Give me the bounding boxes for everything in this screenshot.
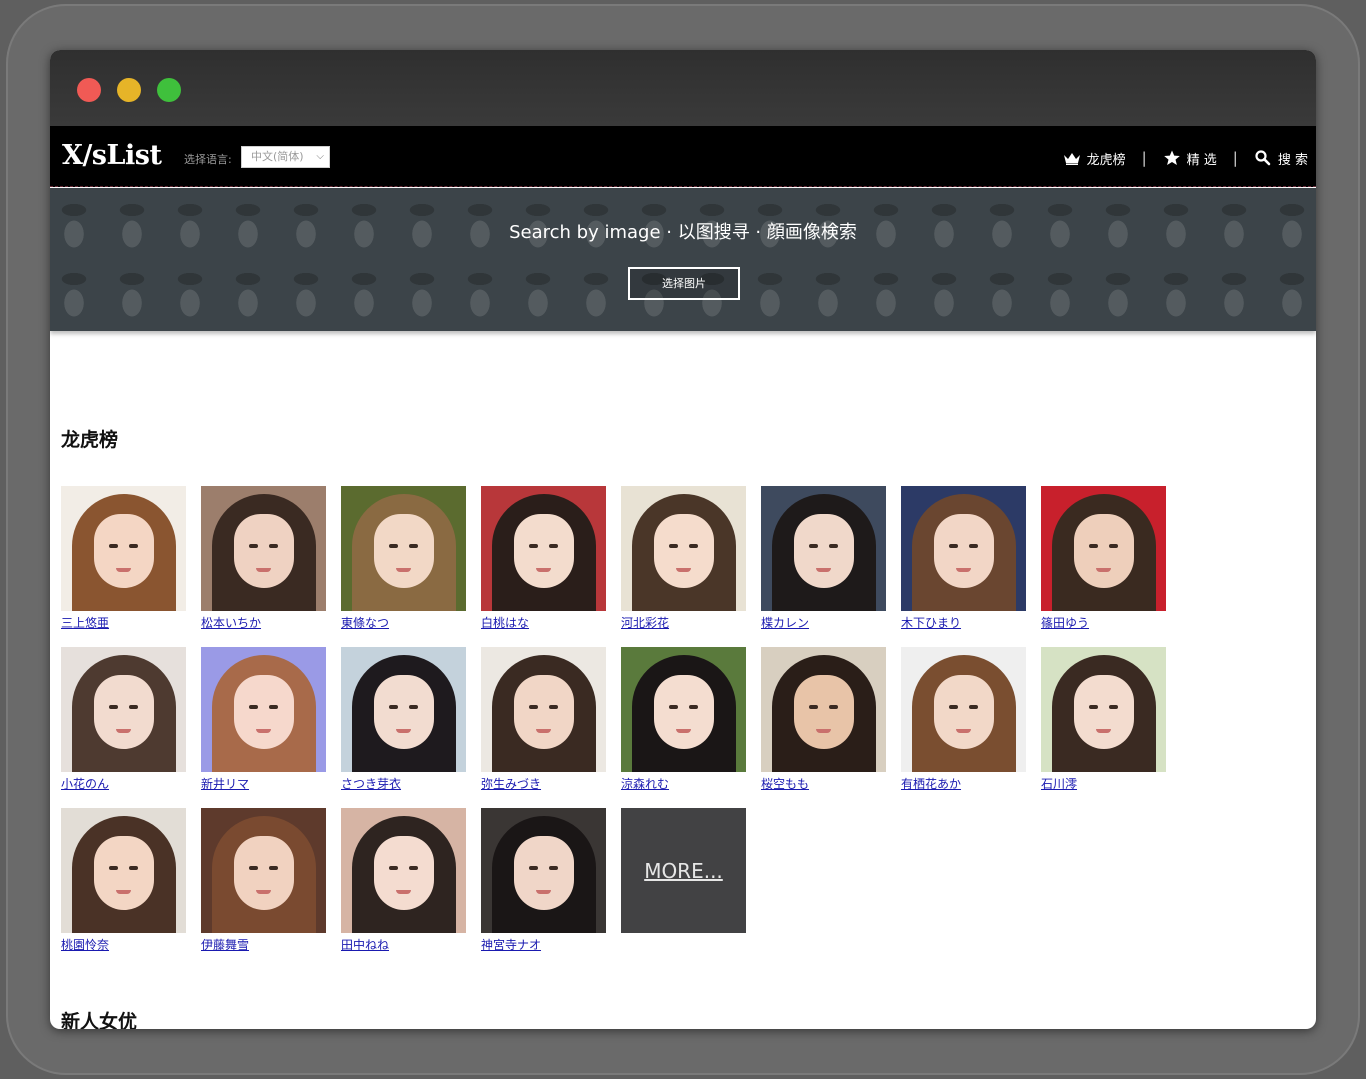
maximize-window-button[interactable] xyxy=(157,78,181,102)
actress-photo[interactable] xyxy=(481,808,606,933)
language-select[interactable]: 中文(简体) ⌵ xyxy=(241,146,330,168)
image-search-banner: Search by image · 以图搜寻 · 顔画像検索 选择图片 xyxy=(50,188,1316,331)
window-titlebar xyxy=(50,50,1316,126)
actress-name-link[interactable]: 楪カレン xyxy=(761,614,886,631)
actress-photo[interactable] xyxy=(201,647,326,772)
star-icon xyxy=(1163,150,1180,165)
actress-photo[interactable] xyxy=(341,808,466,933)
search-icon xyxy=(1255,150,1271,166)
actress-photo[interactable] xyxy=(61,647,186,772)
more-card[interactable]: MORE... xyxy=(621,808,746,948)
actress-photo[interactable] xyxy=(621,647,746,772)
actress-name-link[interactable]: 東條なつ xyxy=(341,614,466,631)
browser-window: X/sList 选择语言: 中文(简体) ⌵ 龙虎榜 | 精 选 | 搜 索 S… xyxy=(50,50,1316,1029)
more-button[interactable]: MORE... xyxy=(621,808,746,933)
actress-photo[interactable] xyxy=(61,486,186,611)
actress-card[interactable]: 田中ねね xyxy=(341,808,466,952)
actress-card[interactable]: 涼森れむ xyxy=(621,647,746,791)
ranking-section-title: 龙虎榜 xyxy=(61,429,119,451)
actress-card[interactable]: 木下ひまり xyxy=(901,486,1026,630)
actress-photo[interactable] xyxy=(481,647,606,772)
actress-name-link[interactable]: 田中ねね xyxy=(341,936,466,953)
actress-name-link[interactable]: 涼森れむ xyxy=(621,775,746,792)
actress-card[interactable]: 白桃はな xyxy=(481,486,606,630)
site-logo[interactable]: X/sList xyxy=(62,140,162,171)
actress-name-link[interactable]: 桜空もも xyxy=(761,775,886,792)
actress-name-link[interactable]: 河北彩花 xyxy=(621,614,746,631)
actress-photo[interactable] xyxy=(621,486,746,611)
actress-photo[interactable] xyxy=(341,486,466,611)
actress-card[interactable]: 有栖花あか xyxy=(901,647,1026,791)
actress-name-link[interactable]: 伊藤舞雪 xyxy=(201,936,326,953)
actress-name-link[interactable]: 篠田ゆう xyxy=(1041,614,1166,631)
nav-links: 龙虎榜 | 精 选 | 搜 索 xyxy=(1063,148,1308,168)
choose-image-button[interactable]: 选择图片 xyxy=(628,267,740,300)
minimize-window-button[interactable] xyxy=(117,78,141,102)
actress-name-link[interactable]: 白桃はな xyxy=(481,614,606,631)
actress-card[interactable]: 神宮寺ナオ xyxy=(481,808,606,952)
actress-card[interactable]: 松本いちか xyxy=(201,486,326,630)
actress-photo[interactable] xyxy=(481,486,606,611)
actress-card[interactable]: 河北彩花 xyxy=(621,486,746,630)
actress-card[interactable]: 東條なつ xyxy=(341,486,466,630)
nav-link-ranking-label: 龙虎榜 xyxy=(1086,152,1126,168)
nav-link-featured-label: 精 选 xyxy=(1186,152,1217,168)
actress-photo[interactable] xyxy=(201,486,326,611)
actress-name-link[interactable]: さつき芽衣 xyxy=(341,775,466,792)
actress-card[interactable]: 三上悠亜 xyxy=(61,486,186,630)
actress-card[interactable]: 楪カレン xyxy=(761,486,886,630)
actress-name-link[interactable]: 有栖花あか xyxy=(901,775,1026,792)
nav-link-search[interactable]: 搜 索 xyxy=(1254,149,1308,168)
nav-link-featured[interactable]: 精 选 xyxy=(1163,149,1217,168)
language-selected-value: 中文(简体) xyxy=(251,150,304,163)
actress-card[interactable]: 篠田ゆう xyxy=(1041,486,1166,630)
nav-separator: | xyxy=(1141,149,1147,167)
actress-name-link[interactable]: 松本いちか xyxy=(201,614,326,631)
actress-card[interactable]: 弥生みづき xyxy=(481,647,606,791)
actress-name-link[interactable]: 石川澪 xyxy=(1041,775,1166,792)
actress-photo[interactable] xyxy=(901,647,1026,772)
nav-separator: | xyxy=(1232,149,1238,167)
close-window-button[interactable] xyxy=(77,78,101,102)
actress-card[interactable]: 桜空もも xyxy=(761,647,886,791)
actress-name-link[interactable]: 新井リマ xyxy=(201,775,326,792)
actress-card[interactable]: さつき芽衣 xyxy=(341,647,466,791)
actress-name-link[interactable]: 三上悠亜 xyxy=(61,614,186,631)
face-mosaic-background xyxy=(50,188,1316,331)
actress-card[interactable]: 伊藤舞雪 xyxy=(201,808,326,952)
actress-photo[interactable] xyxy=(1041,486,1166,611)
crown-icon xyxy=(1063,153,1080,165)
actress-photo[interactable] xyxy=(1041,647,1166,772)
actress-name-link[interactable]: 桃園怜奈 xyxy=(61,936,186,953)
actress-name-link[interactable]: 木下ひまり xyxy=(901,614,1026,631)
actress-photo[interactable] xyxy=(761,647,886,772)
actress-card[interactable]: 石川澪 xyxy=(1041,647,1166,791)
actress-card[interactable]: 桃園怜奈 xyxy=(61,808,186,952)
nav-link-ranking[interactable]: 龙虎榜 xyxy=(1063,149,1126,168)
actress-photo[interactable] xyxy=(341,647,466,772)
actress-name-link[interactable]: 弥生みづき xyxy=(481,775,606,792)
language-label: 选择语言: xyxy=(184,153,232,166)
actress-card[interactable]: 小花のん xyxy=(61,647,186,791)
actress-photo[interactable] xyxy=(61,808,186,933)
site-navbar: X/sList 选择语言: 中文(简体) ⌵ 龙虎榜 | 精 选 | 搜 索 xyxy=(50,126,1316,187)
nav-link-search-label: 搜 索 xyxy=(1277,152,1308,168)
newcomer-section-title: 新人女优 xyxy=(61,1011,138,1029)
actress-name-link[interactable]: 小花のん xyxy=(61,775,186,792)
actress-card[interactable]: 新井リマ xyxy=(201,647,326,791)
actress-photo[interactable] xyxy=(201,808,326,933)
actress-photo[interactable] xyxy=(901,486,1026,611)
image-search-title: Search by image · 以图搜寻 · 顔画像検索 xyxy=(509,222,857,243)
actress-name-link[interactable]: 神宮寺ナオ xyxy=(481,936,606,953)
actress-photo[interactable] xyxy=(761,486,886,611)
chevron-down-icon: ⌵ xyxy=(316,151,324,162)
